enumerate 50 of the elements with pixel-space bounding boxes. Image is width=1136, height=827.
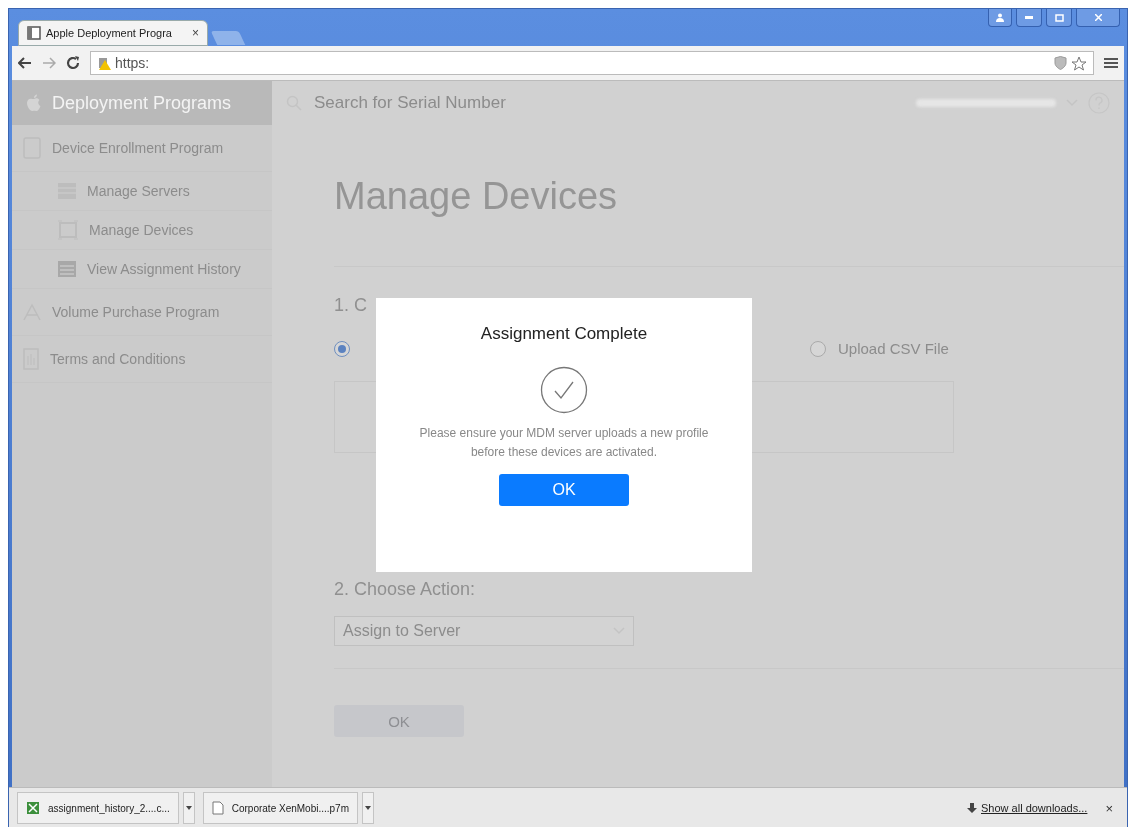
list-icon xyxy=(57,260,77,278)
file-icon xyxy=(211,801,224,815)
download-menu-button[interactable] xyxy=(362,792,374,824)
sidebar-subitem[interactable]: Manage Devices xyxy=(12,211,272,250)
maximize-icon xyxy=(1054,13,1064,22)
person-icon xyxy=(996,13,1004,22)
back-icon[interactable] xyxy=(18,57,32,69)
radio-label: Upload CSV File xyxy=(838,340,949,357)
step-heading: 1. C xyxy=(334,295,368,316)
spreadsheet-file-icon xyxy=(26,801,40,815)
dialog-message: Please ensure your MDM server uploads a new profile before these devices are activated. xyxy=(418,425,710,461)
close-tab-button[interactable]: × xyxy=(192,26,199,40)
search-field[interactable]: Search for Serial Number xyxy=(312,92,906,114)
sidebar-subitem[interactable]: View Assignment History xyxy=(12,250,272,289)
action-dropdown[interactable]: Assign to Server xyxy=(334,616,634,646)
step-heading: 2. Choose Action: xyxy=(334,579,477,600)
warning-lock-icon xyxy=(97,56,111,70)
caret-icon xyxy=(185,806,192,810)
download-icon xyxy=(967,802,977,814)
maximize-button[interactable] xyxy=(1046,9,1072,27)
checkmark-circle-icon xyxy=(540,366,588,414)
sidebar-subitem[interactable]: Manage Servers xyxy=(12,172,272,211)
shield-icon[interactable] xyxy=(1054,56,1067,70)
close-downloads-button[interactable]: × xyxy=(1105,800,1113,816)
minimize-icon xyxy=(1025,16,1033,19)
reload-icon[interactable] xyxy=(66,56,80,70)
close-icon xyxy=(1094,14,1102,21)
show-all-downloads-link[interactable]: Show all downloads... xyxy=(981,802,1088,814)
page-icon xyxy=(27,26,41,40)
ok-button[interactable]: OK xyxy=(499,474,629,506)
star-icon[interactable] xyxy=(1071,55,1087,71)
user-button[interactable] xyxy=(988,9,1012,27)
download-item[interactable]: Corporate XenMobi....p7m xyxy=(202,792,358,824)
apple-icon xyxy=(26,94,42,112)
minimize-button[interactable] xyxy=(1016,9,1042,27)
caret-icon xyxy=(365,806,371,810)
close-button[interactable] xyxy=(1076,9,1120,27)
sidebar-item[interactable]: Terms and Conditions xyxy=(12,336,272,383)
radio-button[interactable] xyxy=(334,340,350,357)
address-bar[interactable]: https: xyxy=(90,51,1094,75)
download-item[interactable]: assignment_history_2....c... xyxy=(17,792,179,824)
page-title: Manage Devices xyxy=(334,175,619,218)
menu-icon[interactable] xyxy=(1104,57,1118,69)
sidebar-item[interactable]: Volume Purchase Program xyxy=(12,289,272,336)
radio-button[interactable] xyxy=(810,340,826,357)
sidebar-header: Deployment Programs xyxy=(12,81,272,125)
browser-tab[interactable]: Apple Deployment Progra × xyxy=(18,20,208,46)
download-menu-button[interactable] xyxy=(182,792,195,824)
dialog-title: Assignment Complete xyxy=(480,324,648,344)
sidebar-item[interactable]: Device Enrollment Program xyxy=(12,125,272,172)
